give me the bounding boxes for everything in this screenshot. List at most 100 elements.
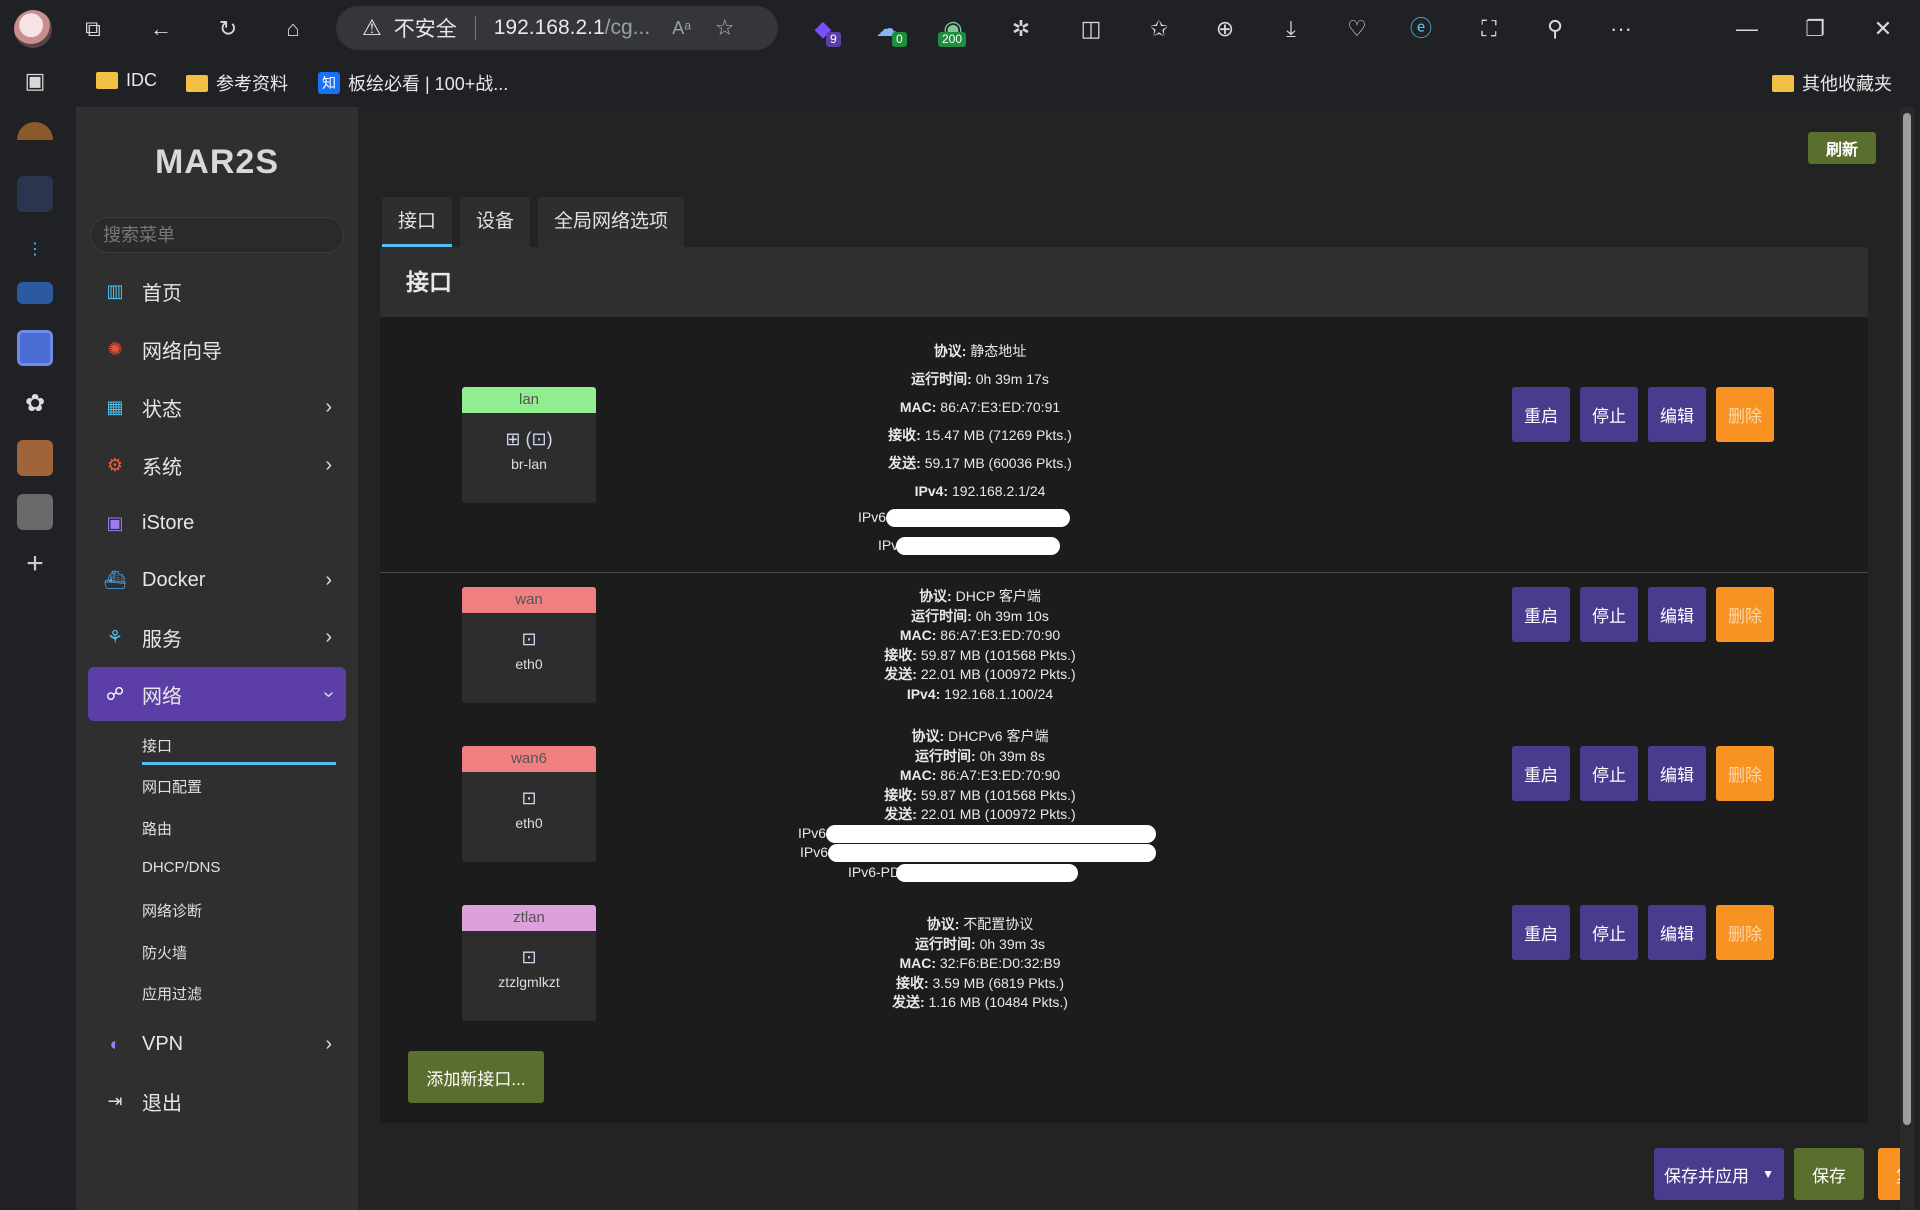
app-shortcut-icon[interactable]	[17, 282, 53, 304]
interface-badge-ztlan[interactable]: ztlan ⊡ ztzlgmlkzt	[462, 905, 596, 1021]
nav-wizard[interactable]: ✺ 网络向导	[88, 322, 346, 376]
openai-icon[interactable]: ✿	[17, 386, 53, 422]
delete-button[interactable]: 删除	[1716, 587, 1774, 642]
restart-button[interactable]: 重启	[1512, 905, 1570, 960]
tab-interfaces[interactable]: 接口	[382, 197, 453, 247]
workspaces-icon[interactable]: ⧉	[78, 14, 108, 44]
nav-label: 服务	[142, 628, 182, 651]
extensions-puzzle-icon[interactable]: ✲	[1006, 14, 1036, 44]
bookmark-item[interactable]: 知 板绘必看 | 100+战...	[318, 70, 508, 96]
add-app-icon[interactable]: +	[17, 546, 53, 582]
nav-vpn[interactable]: ◐ VPN ›	[88, 1017, 346, 1071]
address-bar[interactable]: ⚠ 不安全 192.168.2.1/cg... Aᵃ ☆	[336, 6, 778, 50]
nav-label: 网络向导	[142, 340, 222, 363]
favorite-star-icon[interactable]: ☆	[715, 15, 735, 41]
health-icon[interactable]: ♡	[1342, 14, 1372, 44]
delete-button[interactable]: 删除	[1716, 387, 1774, 442]
restart-button[interactable]: 重启	[1512, 387, 1570, 442]
chevron-right-icon: ›	[325, 568, 332, 591]
restart-button[interactable]: 重启	[1512, 587, 1570, 642]
collections-icon[interactable]: ⊕	[1210, 14, 1240, 44]
subnav-interfaces[interactable]: 接口	[142, 735, 172, 756]
stop-button[interactable]: 停止	[1580, 587, 1638, 642]
edit-button[interactable]: 编辑	[1648, 387, 1706, 442]
back-icon[interactable]: ←	[146, 14, 176, 44]
url-path: /cg...	[604, 16, 651, 39]
nav-network[interactable]: ☍ 网络 ›	[88, 667, 346, 721]
ie-mode-icon[interactable]: ⓔ	[1406, 14, 1436, 44]
info-line: MAC: 86:A7:E3:ED:70:90	[899, 767, 1061, 783]
nav-label: 网络	[142, 685, 182, 708]
info-line: 发送: 22.01 MB (100972 Pkts.)	[884, 666, 1076, 682]
subnav-dhcp-dns[interactable]: DHCP/DNS	[142, 859, 220, 876]
minimize-icon[interactable]: —	[1732, 14, 1762, 44]
stop-button[interactable]: 停止	[1580, 746, 1638, 801]
app-shortcut-icon[interactable]	[17, 494, 53, 530]
add-interface-button[interactable]: 添加新接口...	[408, 1051, 544, 1103]
reload-icon[interactable]: ↻	[213, 14, 243, 44]
scrollbar-thumb[interactable]	[1903, 113, 1911, 1125]
network-icon: ☍	[105, 683, 125, 704]
home-icon[interactable]: ⌂	[278, 14, 308, 44]
sidebar-toggle-icon[interactable]: ▣	[20, 66, 50, 96]
nav-home[interactable]: ▥ 首页	[88, 264, 346, 318]
subnav-routes[interactable]: 路由	[142, 818, 172, 839]
more-menu-icon[interactable]: ···	[1606, 14, 1636, 44]
stop-button[interactable]: 停止	[1580, 905, 1638, 960]
reset-button[interactable]: 复位	[1878, 1148, 1900, 1200]
subnav-firewall[interactable]: 防火墙	[142, 942, 187, 963]
restart-button[interactable]: 重启	[1512, 746, 1570, 801]
nav-system[interactable]: ⚙ 系统 ›	[88, 438, 346, 492]
interface-name: wan6	[462, 746, 596, 772]
refresh-button[interactable]: 刷新	[1808, 132, 1876, 164]
downloads-icon[interactable]: ⤓	[1276, 14, 1306, 44]
edit-button[interactable]: 编辑	[1648, 587, 1706, 642]
close-icon[interactable]: ✕	[1868, 14, 1898, 44]
app-shortcut-active-icon[interactable]	[17, 330, 53, 366]
nav-docker[interactable]: ⛴ Docker ›	[88, 553, 346, 607]
delete-button[interactable]: 删除	[1716, 905, 1774, 960]
restore-icon[interactable]: ❐	[1800, 14, 1830, 44]
read-aloud-icon[interactable]: Aᵃ	[672, 18, 691, 39]
nav-label: 首页	[142, 282, 182, 305]
app-shortcut-icon[interactable]	[17, 176, 53, 212]
address-divider	[474, 16, 476, 40]
app-shortcut-icon[interactable]: ⋮	[17, 232, 53, 268]
save-button[interactable]: 保存	[1794, 1148, 1864, 1200]
subnav-diagnostics[interactable]: 网络诊断	[142, 900, 202, 921]
nav-logout[interactable]: ⇥ 退出	[88, 1074, 346, 1128]
delete-button[interactable]: 删除	[1716, 746, 1774, 801]
split-screen-icon[interactable]: ◫	[1076, 14, 1106, 44]
subnav-port-config[interactable]: 网口配置	[142, 776, 202, 797]
other-bookmarks[interactable]: 其他收藏夹	[1772, 70, 1892, 96]
favorites-icon[interactable]: ✩	[1144, 14, 1174, 44]
info-line: MAC: 32:F6:BE:D0:32:B9	[899, 955, 1061, 971]
interface-badge-wan6[interactable]: wan6 ⊡ eth0	[462, 746, 596, 862]
interface-badge-lan[interactable]: lan ⊞ (⊡) br-lan	[462, 387, 596, 503]
nav-istore[interactable]: ▣ iStore	[88, 496, 346, 550]
share-icon[interactable]: ⚲	[1540, 14, 1570, 44]
edit-button[interactable]: 编辑	[1648, 746, 1706, 801]
bookmark-item[interactable]: 参考资料	[186, 70, 288, 96]
edit-button[interactable]: 编辑	[1648, 905, 1706, 960]
app-shortcut-icon[interactable]	[17, 440, 53, 476]
save-apply-button[interactable]: 保存并应用 ▼	[1654, 1148, 1784, 1200]
other-bookmarks-label: 其他收藏夹	[1802, 74, 1892, 94]
nav-status[interactable]: ▦ 状态 ›	[88, 380, 346, 434]
page-scrollbar[interactable]	[1900, 107, 1914, 1210]
interface-badge-wan[interactable]: wan ⊡ eth0	[462, 587, 596, 703]
dropdown-caret-icon[interactable]: ▼	[1762, 1167, 1774, 1181]
interface-device: br-lan	[511, 456, 547, 472]
tab-global-options[interactable]: 全局网络选项	[538, 197, 685, 247]
stop-button[interactable]: 停止	[1580, 387, 1638, 442]
menu-search-input[interactable]: 搜索菜单	[90, 217, 344, 253]
tab-devices[interactable]: 设备	[460, 197, 531, 247]
app-shortcut-icon[interactable]	[17, 122, 53, 140]
nav-services[interactable]: ⚘ 服务 ›	[88, 610, 346, 664]
screenshot-icon[interactable]: ⛶	[1474, 14, 1504, 44]
subnav-app-filter[interactable]: 应用过滤	[142, 983, 202, 1004]
bookmark-item[interactable]: IDC	[96, 70, 157, 91]
profile-avatar[interactable]	[14, 10, 52, 48]
extension-badge: 200	[938, 32, 967, 47]
interface-device: ztzlgmlkzt	[498, 974, 560, 990]
